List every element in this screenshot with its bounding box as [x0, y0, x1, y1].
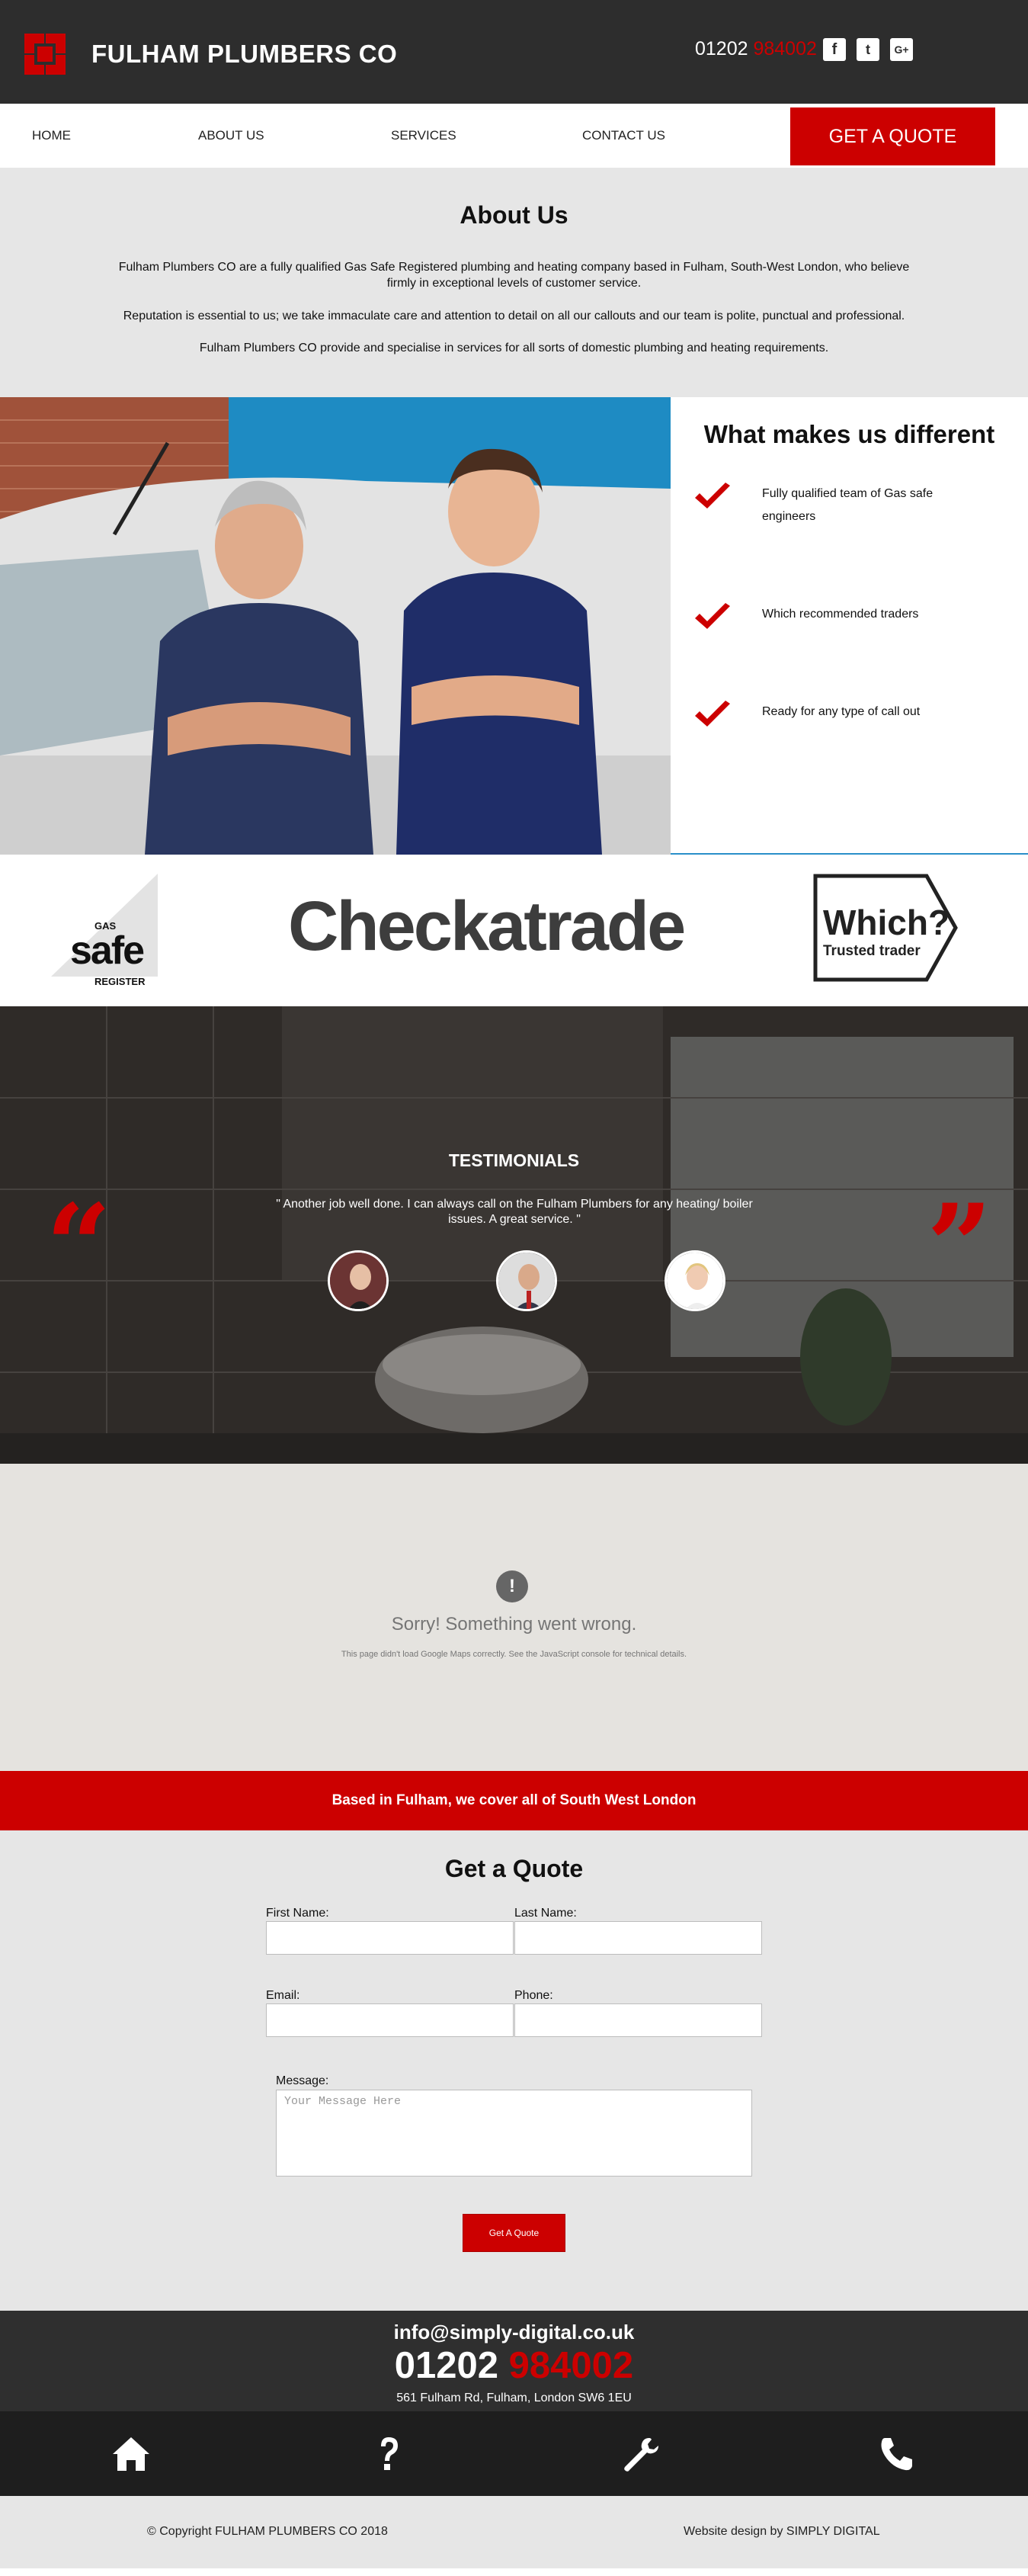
- header-phone-suffix: 984002: [753, 38, 817, 59]
- gas-safe-register-text: REGISTER: [94, 976, 146, 987]
- phone-label: Phone:: [514, 1989, 553, 2002]
- testimonials-section: “ ” TESTIMONIALS " Another job well done…: [0, 1006, 1028, 1464]
- about-title: About Us: [460, 201, 568, 229]
- accreditations-section: GAS safe REGISTER Checkatrade Which? Tru…: [0, 855, 1028, 1006]
- message-textarea[interactable]: Your Message Here: [276, 2090, 752, 2177]
- quote-form-title: Get a Quote: [444, 1855, 584, 1882]
- question-icon[interactable]: [368, 2435, 409, 2473]
- testimonial-avatar[interactable]: [665, 1250, 725, 1311]
- quote-form-section: Get a Quote First Name: Last Name: Email…: [0, 1830, 1028, 2311]
- copyright-text: © Copyright FULHAM PLUMBERS CO 2018: [147, 2525, 388, 2538]
- different-item: Ready for any type of call out: [693, 701, 960, 731]
- open-quote-icon: “: [46, 1179, 112, 1314]
- bathroom-background: [0, 1006, 1028, 1464]
- warning-icon: !: [496, 1570, 528, 1602]
- contact-strip: info@simply-digital.co.uk 01202 984002 5…: [0, 2311, 1028, 2411]
- plumbers-photo: [0, 397, 671, 855]
- home-icon[interactable]: [110, 2435, 152, 2473]
- contact-phone-suffix: 984002: [508, 2345, 634, 2386]
- testimonial-avatar[interactable]: [328, 1250, 389, 1311]
- facebook-icon[interactable]: f: [823, 38, 846, 61]
- map-error-message: This page didn't load Google Maps correc…: [341, 1650, 687, 1659]
- phone-icon[interactable]: [877, 2435, 918, 2473]
- testimonials-title: TESTIMONIALS: [448, 1150, 580, 1170]
- different-panel: What makes us different Fully qualified …: [671, 397, 1028, 855]
- gas-safe-big-text: safe: [70, 929, 145, 973]
- about-section: About Us Fulham Plumbers CO are a fully …: [0, 168, 1028, 397]
- different-item-text: Fully qualified team of Gas safe enginee…: [762, 487, 934, 524]
- contact-email[interactable]: info@simply-digital.co.uk: [0, 2321, 1028, 2344]
- testimonial-quote: " Another job well done. I can always ca…: [276, 1198, 753, 1226]
- different-title: What makes us different: [703, 420, 995, 448]
- first-name-input[interactable]: [266, 1921, 514, 1955]
- top-header: FULHAM PLUMBERS CO 01202 984002 f t G+: [0, 0, 1028, 104]
- contact-address: 561 Fulham Rd, Fulham, London SW6 1EU: [396, 2392, 632, 2404]
- first-name-label: First Name:: [266, 1907, 329, 1920]
- checkmark-icon: [695, 603, 730, 629]
- which-big-text: Which?: [823, 903, 950, 942]
- icon-bar: [0, 2411, 1028, 2496]
- different-item-text: Ready for any type of call out: [762, 705, 921, 718]
- which-trusted-trader-logo[interactable]: Which? Trusted trader: [812, 873, 959, 983]
- map-error-title: Sorry! Something went wrong.: [391, 1614, 637, 1634]
- close-quote-icon: ”: [927, 1179, 993, 1314]
- about-paragraph-1: Fulham Plumbers CO are a fully qualified…: [118, 261, 910, 290]
- header-phone-prefix: 01202: [695, 38, 754, 59]
- which-small-text: Trusted trader: [823, 943, 921, 959]
- email-input[interactable]: [266, 2003, 514, 2037]
- contact-phone-prefix: 01202: [394, 2345, 509, 2386]
- email-label: Email:: [266, 1989, 300, 2002]
- different-item: Which recommended traders: [693, 603, 960, 634]
- different-item-text: Which recommended traders: [762, 608, 919, 621]
- logo[interactable]: [24, 34, 67, 76]
- brand-name[interactable]: FULHAM PLUMBERS CO: [91, 40, 397, 69]
- map-section[interactable]: ! Sorry! Something went wrong. This page…: [0, 1464, 1028, 1771]
- checkmark-icon: [695, 701, 730, 727]
- gas-safe-logo[interactable]: GAS safe REGISTER: [47, 870, 162, 992]
- coverage-banner: Based in Fulham, we cover all of South W…: [0, 1771, 1028, 1830]
- wrench-icon[interactable]: [620, 2435, 661, 2473]
- get-a-quote-button[interactable]: GET A QUOTE: [790, 107, 995, 165]
- submit-quote-button[interactable]: Get A Quote: [463, 2214, 565, 2252]
- checkmark-icon: [695, 483, 730, 508]
- main-nav: HOME ABOUT US SERVICES CONTACT US GET A …: [0, 104, 1028, 168]
- testimonial-avatar[interactable]: [496, 1250, 557, 1311]
- header-phone[interactable]: 01202 984002: [695, 38, 817, 60]
- nav-home[interactable]: HOME: [32, 128, 71, 143]
- google-plus-icon[interactable]: G+: [890, 38, 913, 61]
- about-paragraph-3: Fulham Plumbers CO provide and specialis…: [199, 342, 829, 355]
- message-label: Message:: [276, 2074, 329, 2087]
- nav-about[interactable]: ABOUT US: [198, 128, 264, 143]
- checkatrade-logo[interactable]: Checkatrade: [288, 887, 686, 967]
- nav-services[interactable]: SERVICES: [391, 128, 456, 143]
- social-links: f t G+: [823, 38, 913, 61]
- last-name-input[interactable]: [514, 1921, 762, 1955]
- different-item: Fully qualified team of Gas safe enginee…: [693, 483, 960, 529]
- phone-input[interactable]: [514, 2003, 762, 2037]
- footer: © Copyright FULHAM PLUMBERS CO 2018 Webs…: [0, 2496, 1028, 2568]
- different-section: What makes us different Fully qualified …: [0, 397, 1028, 855]
- last-name-label: Last Name:: [514, 1907, 577, 1920]
- about-paragraph-2: Reputation is essential to us; we take i…: [123, 309, 905, 322]
- twitter-icon[interactable]: t: [857, 38, 879, 61]
- design-credit[interactable]: Website design by SIMPLY DIGITAL: [684, 2525, 880, 2539]
- contact-phone[interactable]: 01202 984002: [0, 2344, 1028, 2387]
- nav-contact[interactable]: CONTACT US: [582, 128, 665, 143]
